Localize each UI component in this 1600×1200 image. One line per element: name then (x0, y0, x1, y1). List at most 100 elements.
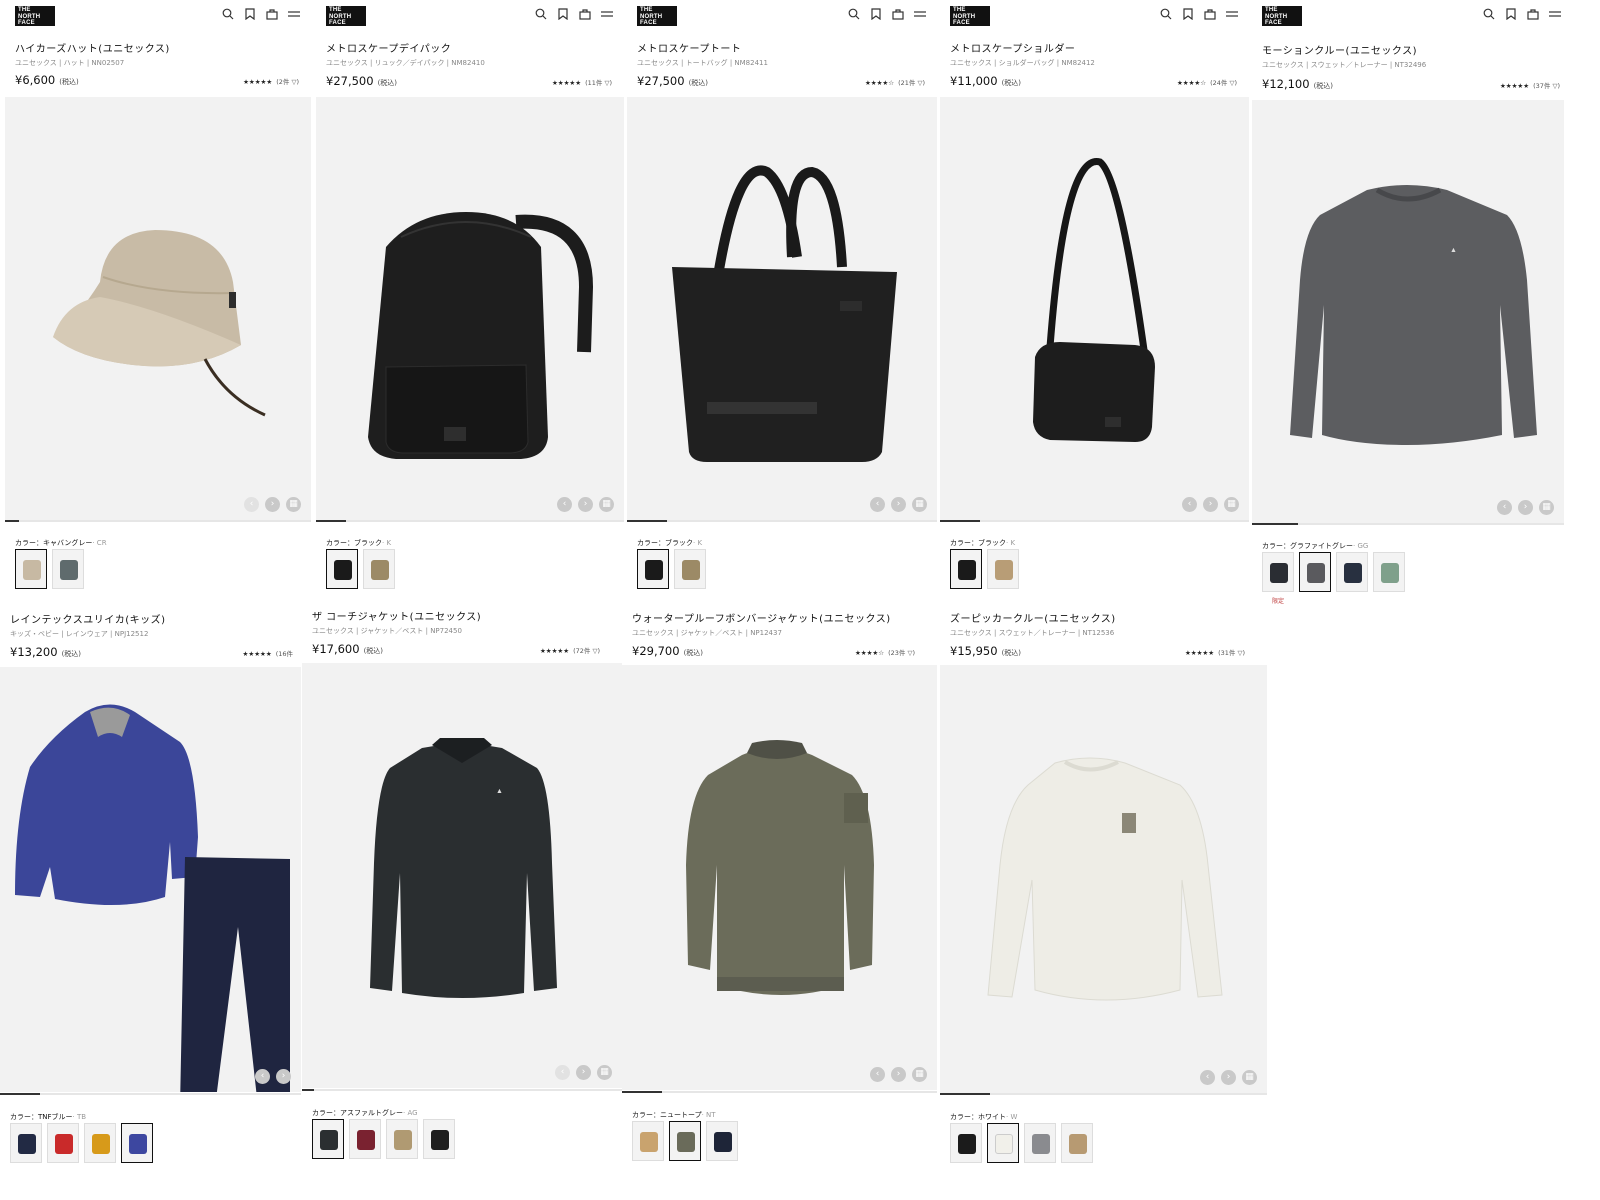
product-name[interactable]: メトロスケープショルダー (950, 40, 1075, 55)
search-icon[interactable] (1482, 7, 1496, 21)
product-name[interactable]: ウォータープルーフボンバージャケット(ユニセックス) (632, 610, 891, 625)
prev-image-button[interactable]: ‹ (1200, 1070, 1215, 1085)
next-image-button[interactable]: › (276, 1069, 291, 1084)
bookmark-icon[interactable] (1181, 7, 1195, 21)
brand-logo[interactable]: THE NORTH FACE (1262, 6, 1302, 26)
next-image-button[interactable]: › (576, 1065, 591, 1080)
grid-view-button[interactable]: ▦ (1224, 497, 1239, 512)
bookmark-icon[interactable] (243, 7, 257, 21)
next-image-button[interactable]: › (1518, 500, 1533, 515)
menu-icon[interactable] (913, 7, 927, 21)
color-swatch[interactable] (1299, 552, 1331, 592)
brand-logo[interactable]: THE NORTH FACE (950, 6, 990, 26)
prev-image-button[interactable]: ‹ (244, 497, 259, 512)
brand-logo[interactable]: THE NORTH FACE (326, 6, 366, 26)
menu-icon[interactable] (1225, 7, 1239, 21)
color-swatch[interactable] (52, 549, 84, 589)
product-name[interactable]: ズーピッカークルー(ユニセックス) (950, 610, 1116, 625)
color-swatch[interactable] (632, 1121, 664, 1161)
grid-view-button[interactable]: ▦ (599, 497, 614, 512)
color-swatch[interactable] (1061, 1123, 1093, 1163)
color-swatch[interactable] (10, 1123, 42, 1163)
color-swatch[interactable] (1262, 552, 1294, 592)
product-rating[interactable]: ★★★★★ (72件 ▽) (540, 645, 600, 655)
product-rating[interactable]: ★★★★★ (37件 ▽) (1500, 80, 1560, 90)
cart-icon[interactable] (1203, 7, 1217, 21)
prev-image-button[interactable]: ‹ (870, 497, 885, 512)
prev-image-button[interactable]: ‹ (1182, 497, 1197, 512)
product-name[interactable]: ザ コーチジャケット(ユニセックス) (312, 608, 481, 623)
color-swatch[interactable] (950, 549, 982, 589)
color-swatch[interactable] (674, 549, 706, 589)
color-swatch[interactable] (950, 1123, 982, 1163)
product-image[interactable]: ‹ › ▦ (940, 97, 1249, 520)
grid-view-button[interactable]: ▦ (1242, 1070, 1257, 1085)
color-swatch[interactable] (669, 1121, 701, 1161)
menu-icon[interactable] (1548, 7, 1562, 21)
product-image[interactable]: ‹ › ▦ (622, 665, 937, 1090)
color-swatch[interactable] (47, 1123, 79, 1163)
prev-image-button[interactable]: ‹ (557, 497, 572, 512)
next-image-button[interactable]: › (578, 497, 593, 512)
color-swatch[interactable] (363, 549, 395, 589)
product-name[interactable]: モーションクルー(ユニセックス) (1262, 42, 1417, 57)
color-swatch[interactable] (121, 1123, 153, 1163)
brand-logo[interactable]: THE NORTH FACE (15, 6, 55, 26)
product-image[interactable]: ▲ ‹ › ▦ (302, 663, 622, 1088)
color-swatch[interactable] (15, 549, 47, 589)
grid-view-button[interactable]: ▦ (1539, 500, 1554, 515)
cart-icon[interactable] (265, 7, 279, 21)
color-swatch[interactable] (987, 1123, 1019, 1163)
cart-icon[interactable] (1526, 7, 1540, 21)
cart-icon[interactable] (891, 7, 905, 21)
brand-logo[interactable]: THE NORTH FACE (637, 6, 677, 26)
product-image[interactable]: ‹ › ▦ (5, 97, 311, 520)
search-icon[interactable] (534, 7, 548, 21)
search-icon[interactable] (1159, 7, 1173, 21)
next-image-button[interactable]: › (265, 497, 280, 512)
prev-image-button[interactable]: ‹ (555, 1065, 570, 1080)
product-image[interactable]: ▲ ‹ › ▦ (1252, 100, 1564, 523)
prev-image-button[interactable]: ‹ (1497, 500, 1512, 515)
product-image[interactable]: ‹ › ▦ (940, 665, 1267, 1093)
color-swatch[interactable] (423, 1119, 455, 1159)
color-swatch[interactable] (84, 1123, 116, 1163)
product-name[interactable]: メトロスケープトート (637, 40, 741, 55)
bookmark-icon[interactable] (556, 7, 570, 21)
grid-view-button[interactable]: ▦ (286, 497, 301, 512)
color-swatch[interactable] (1024, 1123, 1056, 1163)
product-image[interactable]: ‹ › (0, 667, 301, 1092)
product-rating[interactable]: ★★★★★ (31件 ▽) (1185, 647, 1245, 657)
bookmark-icon[interactable] (869, 7, 883, 21)
color-swatch[interactable] (326, 549, 358, 589)
menu-icon[interactable] (287, 7, 301, 21)
grid-view-button[interactable]: ▦ (912, 497, 927, 512)
product-rating[interactable]: ★★★★★ (2件 ▽) (243, 76, 299, 86)
next-image-button[interactable]: › (891, 497, 906, 512)
color-swatch[interactable] (312, 1119, 344, 1159)
product-rating[interactable]: ★★★★☆ (21件 ▽) (865, 77, 925, 87)
product-rating[interactable]: ★★★★★ (11件 ▽) (552, 77, 612, 87)
product-image[interactable]: ‹ › ▦ (627, 97, 937, 520)
product-name[interactable]: メトロスケープデイパック (326, 40, 451, 55)
next-image-button[interactable]: › (891, 1067, 906, 1082)
search-icon[interactable] (221, 7, 235, 21)
cart-icon[interactable] (578, 7, 592, 21)
product-rating[interactable]: ★★★★☆ (24件 ▽) (1177, 77, 1237, 87)
product-name[interactable]: ハイカーズハット(ユニセックス) (15, 40, 170, 55)
product-rating[interactable]: ★★★★☆ (23件 ▽) (855, 647, 915, 657)
color-swatch[interactable] (637, 549, 669, 589)
next-image-button[interactable]: › (1203, 497, 1218, 512)
color-swatch[interactable] (349, 1119, 381, 1159)
color-swatch[interactable] (386, 1119, 418, 1159)
grid-view-button[interactable]: ▦ (912, 1067, 927, 1082)
search-icon[interactable] (847, 7, 861, 21)
color-swatch[interactable] (1336, 552, 1368, 592)
color-swatch[interactable] (1373, 552, 1405, 592)
prev-image-button[interactable]: ‹ (870, 1067, 885, 1082)
product-rating[interactable]: ★★★★★ (16件 (243, 648, 293, 658)
next-image-button[interactable]: › (1221, 1070, 1236, 1085)
product-name[interactable]: レインテックスユリイカ(キッズ) (10, 611, 166, 626)
menu-icon[interactable] (600, 7, 614, 21)
color-swatch[interactable] (987, 549, 1019, 589)
